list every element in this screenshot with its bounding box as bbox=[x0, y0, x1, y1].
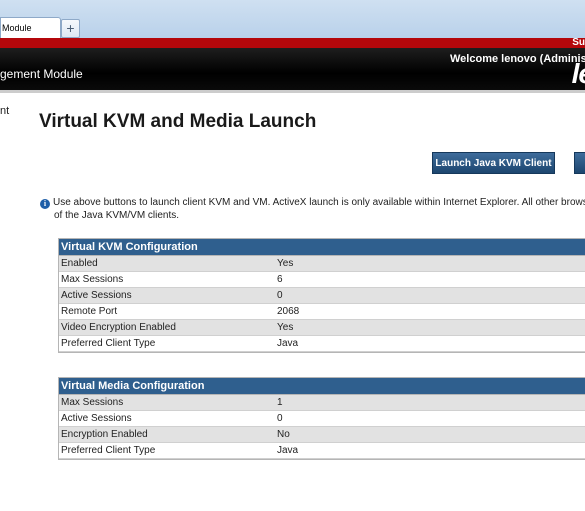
info-icon: i bbox=[40, 199, 50, 209]
row-label: Video Encryption Enabled bbox=[61, 322, 176, 333]
media-config-title: Virtual Media Configuration bbox=[59, 378, 585, 395]
row-label: Encryption Enabled bbox=[61, 429, 148, 440]
browser-tab[interactable]: Module bbox=[0, 17, 61, 39]
row-value: 6 bbox=[277, 274, 283, 285]
row-value: Yes bbox=[277, 322, 294, 333]
table-row: Video Encryption Enabled Yes bbox=[59, 320, 585, 336]
table-row: Enabled Yes bbox=[59, 256, 585, 272]
table-row: Active Sessions 0 bbox=[59, 288, 585, 304]
row-value: 1 bbox=[277, 397, 283, 408]
row-label: Max Sessions bbox=[61, 397, 124, 408]
info-text-1: Use above buttons to launch client KVM a… bbox=[53, 197, 585, 208]
page-title: Virtual KVM and Media Launch bbox=[39, 111, 317, 132]
row-value: Java bbox=[277, 445, 299, 456]
browser-tab-strip: Module + bbox=[0, 0, 585, 39]
row-label: Max Sessions bbox=[61, 274, 124, 285]
launch-java-kvm-button[interactable]: Launch Java KVM Client bbox=[432, 152, 555, 174]
kvm-config-title: Virtual KVM Configuration bbox=[59, 239, 585, 256]
row-value: No bbox=[277, 429, 290, 440]
module-title: gement Module bbox=[0, 67, 83, 81]
brand-bar: Su bbox=[0, 37, 585, 48]
table-row: Remote Port 2068 bbox=[59, 304, 585, 320]
kvm-config-table: Virtual KVM Configuration Enabled Yes Ma… bbox=[58, 238, 585, 353]
info-text-2: of the Java KVM/VM clients. bbox=[54, 210, 180, 221]
app-header: gement Module Welcome lenovo (Adminis le bbox=[0, 48, 585, 93]
welcome-text: Welcome lenovo (Adminis bbox=[450, 53, 585, 65]
row-label: Remote Port bbox=[61, 306, 118, 317]
row-value: Yes bbox=[277, 258, 294, 269]
table-row: Active Sessions 0 bbox=[59, 411, 585, 427]
new-tab-button[interactable]: + bbox=[61, 19, 80, 38]
launch-activex-button[interactable] bbox=[574, 152, 585, 174]
row-value: Java bbox=[277, 338, 299, 349]
media-config-table: Virtual Media Configuration Max Sessions… bbox=[58, 377, 585, 460]
table-row: Preferred Client Type Java bbox=[59, 336, 585, 352]
sidebar-item-fragment[interactable]: nt bbox=[0, 105, 9, 117]
table-row: Max Sessions 1 bbox=[59, 395, 585, 411]
row-value: 2068 bbox=[277, 306, 300, 317]
brand-text: Su bbox=[572, 37, 585, 48]
browser-tab-label: Module bbox=[2, 23, 32, 33]
row-label: Active Sessions bbox=[61, 413, 132, 424]
row-value: 0 bbox=[277, 290, 283, 301]
lenovo-logo: le bbox=[571, 58, 585, 89]
info-line: i Use above buttons to launch client KVM … bbox=[40, 196, 585, 209]
row-label: Preferred Client Type bbox=[61, 338, 156, 349]
row-label: Enabled bbox=[61, 258, 98, 269]
row-label: Active Sessions bbox=[61, 290, 132, 301]
info-message: i Use above buttons to launch client KVM … bbox=[40, 196, 585, 222]
row-label: Preferred Client Type bbox=[61, 445, 156, 456]
table-row: Preferred Client Type Java bbox=[59, 443, 585, 459]
table-row: Max Sessions 6 bbox=[59, 272, 585, 288]
row-value: 0 bbox=[277, 413, 283, 424]
table-row: Encryption Enabled No bbox=[59, 427, 585, 443]
